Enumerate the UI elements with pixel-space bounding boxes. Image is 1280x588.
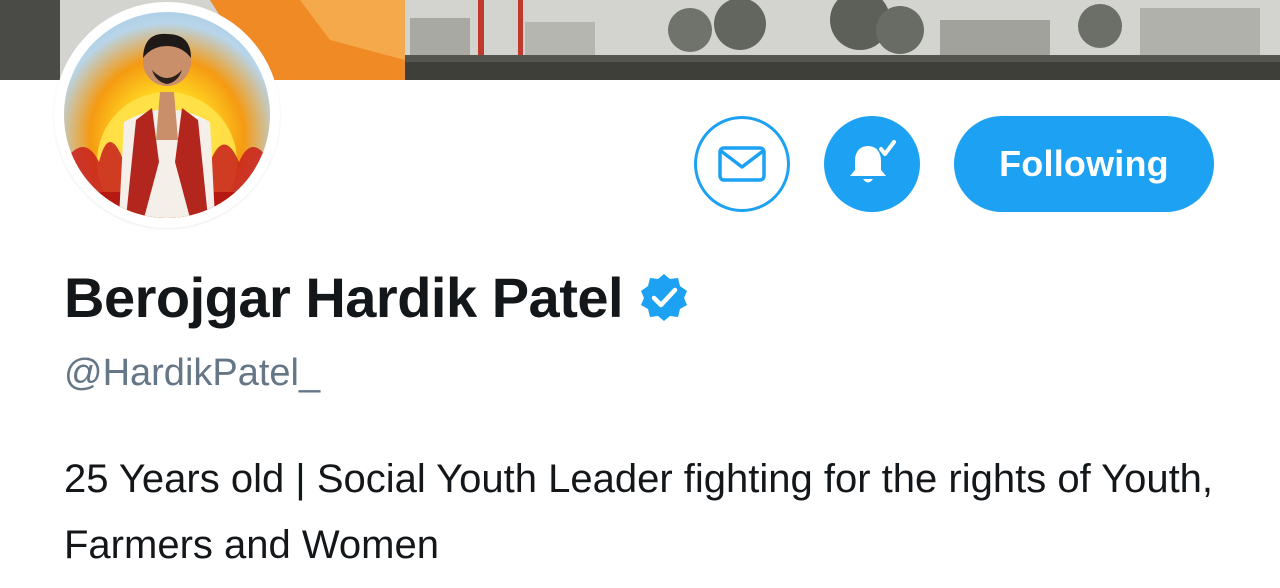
envelope-icon (718, 146, 766, 182)
message-button[interactable] (694, 116, 790, 212)
profile-photo (64, 33, 270, 218)
profile-bio: 25 Years old | Social Youth Leader fight… (64, 457, 1214, 567)
profile-name-row: Berojgar Hardik Patel (64, 262, 689, 332)
display-name: Berojgar Hardik Patel (64, 265, 624, 329)
avatar-photo (64, 12, 270, 218)
profile-page: Following Berojgar Hardik Patel @HardikP… (0, 0, 1280, 588)
bell-check-icon (850, 140, 896, 183)
following-button[interactable]: Following (954, 116, 1214, 212)
verified-badge-icon (641, 274, 688, 321)
profile-handle: @HardikPatel_ (64, 352, 321, 394)
avatar[interactable] (54, 2, 280, 228)
notifications-button[interactable] (824, 116, 920, 212)
